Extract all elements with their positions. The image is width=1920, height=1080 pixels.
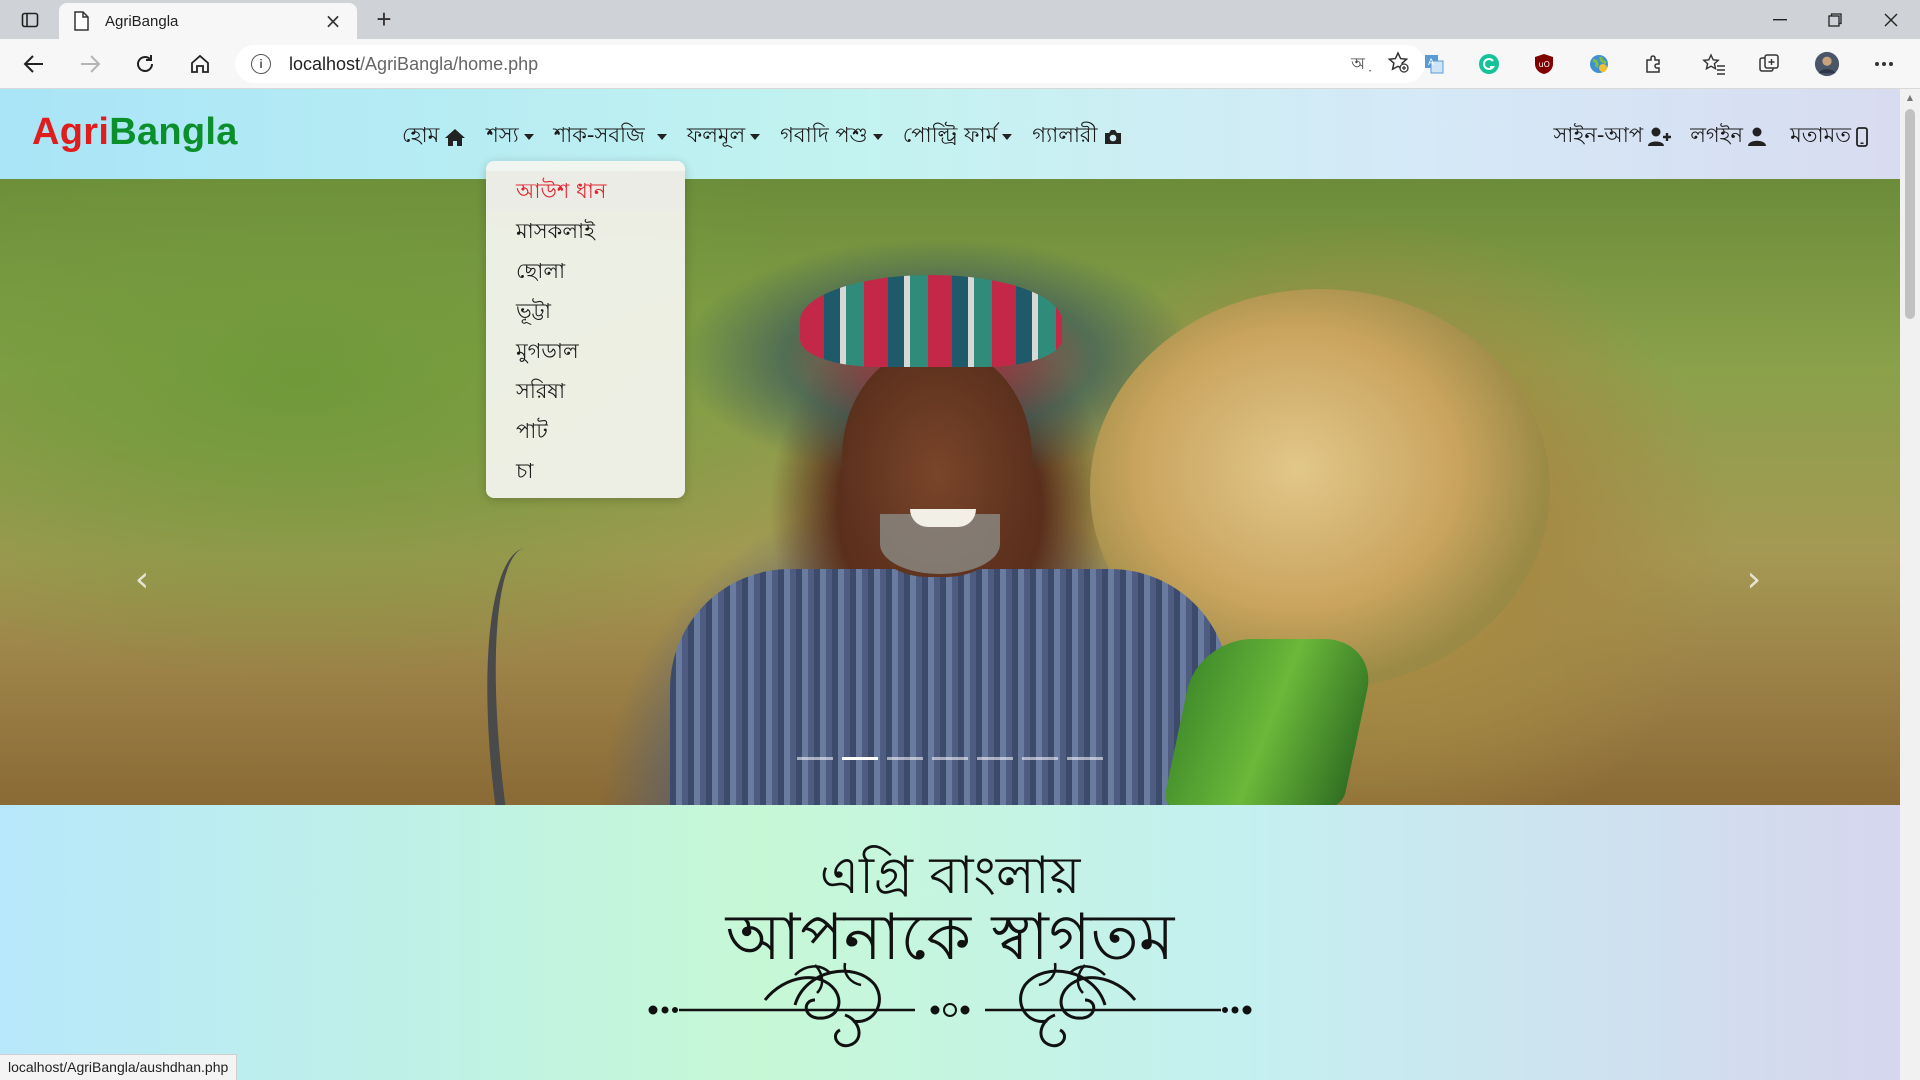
caret-down-icon: [872, 133, 883, 140]
nav-signup[interactable]: সাইন-আপ: [1553, 119, 1672, 154]
caret-down-icon: [750, 133, 761, 140]
carousel-prev-icon[interactable]: ‹: [122, 559, 162, 600]
site-info-icon[interactable]: i: [251, 54, 271, 74]
caret-down-icon: [523, 133, 534, 140]
more-options-icon[interactable]: [1871, 51, 1897, 77]
farmer-shirt-image: [670, 569, 1230, 805]
nav-feedback[interactable]: মতামত: [1790, 119, 1870, 154]
user-plus-icon: [1648, 127, 1672, 147]
carousel-indicator[interactable]: [932, 757, 968, 760]
crops-menu-item[interactable]: আউশ ধান: [486, 171, 685, 211]
main-nav: হোম শস্য শাক-সবজি ফলমূল গবাদি পশু পোল্ট্…: [402, 119, 1145, 154]
sickle-image: [460, 544, 600, 805]
carousel-next-icon[interactable]: ›: [1734, 559, 1774, 600]
restore-button[interactable]: [1807, 0, 1863, 39]
close-tab-icon[interactable]: ×: [323, 9, 343, 33]
address-bar[interactable]: i localhost/AgriBangla/home.php অ়: [235, 45, 1425, 83]
mobile-phone-icon: [1856, 126, 1870, 147]
browser-tab[interactable]: AgriBangla ×: [59, 3, 357, 39]
nav-fruits-dropdown[interactable]: ফলমূল: [687, 119, 761, 154]
home-icon: [444, 127, 466, 147]
welcome-section: এগ্রি বাংলায় আপনাকে স্বাগতম: [0, 805, 1900, 1080]
user-icon: [1748, 127, 1770, 147]
collections-icon[interactable]: [1756, 51, 1782, 77]
nav-login[interactable]: লগইন: [1690, 119, 1770, 154]
refresh-icon[interactable]: [127, 46, 163, 82]
scrollbar-thumb[interactable]: [1905, 109, 1915, 319]
site-header: AgriBangla হোম শস্য শাক-সবজি ফলমূল গবাদি…: [0, 89, 1900, 179]
crops-menu-item[interactable]: মাসকলাই: [486, 211, 685, 251]
carousel-indicator[interactable]: [977, 757, 1013, 760]
grammarly-icon[interactable]: [1476, 51, 1502, 77]
nav-livestock-dropdown[interactable]: গবাদি পশু: [780, 119, 883, 154]
farmer-turban-image: [800, 275, 1062, 367]
extension-globe-icon[interactable]: [1586, 51, 1612, 77]
tab-title: AgriBangla: [105, 12, 179, 30]
farmer-smile-image: [910, 509, 976, 527]
forward-icon[interactable]: [72, 46, 108, 82]
close-window-button[interactable]: [1863, 0, 1919, 39]
browser-tabstrip: AgriBangla × +: [0, 0, 1920, 39]
nav-poultry-dropdown[interactable]: পোল্ট্রি ফার্ম: [903, 119, 1013, 154]
crops-dropdown-menu: আউশ ধান মাসকলাই ছোলা ভূট্টা মুগডাল সরিষা পাট চা: [486, 161, 685, 498]
caret-down-icon: [656, 133, 667, 140]
translate-icon[interactable]: A: [1421, 51, 1447, 77]
home-icon[interactable]: [182, 46, 218, 82]
crops-menu-item[interactable]: ছোলা: [486, 251, 685, 291]
carousel-indicator[interactable]: [887, 757, 923, 760]
scroll-up-icon[interactable]: ▲: [1905, 93, 1915, 103]
carousel-indicators: [797, 757, 1103, 760]
caret-down-icon: [1002, 133, 1013, 140]
nav-vegetables-dropdown[interactable]: শাক-সবজি: [554, 119, 667, 154]
favorites-icon[interactable]: [1701, 51, 1727, 77]
site-logo[interactable]: AgriBangla: [32, 111, 238, 154]
crops-menu-item[interactable]: চা: [486, 451, 685, 491]
carousel-indicator[interactable]: [842, 757, 878, 760]
ublock-icon[interactable]: uO: [1531, 51, 1557, 77]
crops-menu-item[interactable]: সরিষা: [486, 371, 685, 411]
camera-icon: [1103, 127, 1125, 147]
new-tab-button[interactable]: +: [368, 3, 400, 35]
add-favorite-icon[interactable]: [1387, 50, 1409, 78]
tab-actions-icon[interactable]: [13, 7, 47, 33]
hero-carousel: ‹ ›: [0, 179, 1900, 805]
decorative-divider: [648, 962, 1252, 1048]
profile-avatar[interactable]: [1814, 51, 1840, 77]
nav-home[interactable]: হোম: [402, 119, 466, 154]
nav-crops-dropdown[interactable]: শস্য: [486, 119, 534, 154]
carousel-indicator[interactable]: [797, 757, 833, 760]
minimize-button[interactable]: [1752, 0, 1808, 39]
crops-menu-item[interactable]: ভূট্টা: [486, 291, 685, 331]
status-bar-url: localhost/AgriBangla/aushdhan.php: [0, 1054, 238, 1080]
web-page: AgriBangla হোম শস্য শাক-সবজি ফলমূল গবাদি…: [0, 89, 1900, 1080]
carousel-indicator[interactable]: [1022, 757, 1058, 760]
account-nav: সাইন-আপ লগইন মতামত: [1533, 119, 1870, 154]
page-icon: [73, 11, 91, 31]
svg-text:A: A: [1428, 58, 1435, 68]
back-icon[interactable]: [16, 46, 52, 82]
page-scrollbar[interactable]: ▲: [1900, 89, 1920, 1080]
svg-text:uO: uO: [1539, 60, 1550, 69]
read-aloud-icon[interactable]: অ়: [1351, 51, 1365, 78]
extensions-puzzle-icon[interactable]: [1641, 51, 1667, 77]
crops-menu-item[interactable]: পাট: [486, 411, 685, 451]
url-text: localhost/AgriBangla/home.php: [289, 53, 539, 74]
nav-gallery[interactable]: গ্যালারী: [1032, 119, 1124, 154]
crops-menu-item[interactable]: মুগডাল: [486, 331, 685, 371]
browser-toolbar: i localhost/AgriBangla/home.php অ় A uO: [0, 39, 1920, 89]
carousel-indicator[interactable]: [1067, 757, 1103, 760]
